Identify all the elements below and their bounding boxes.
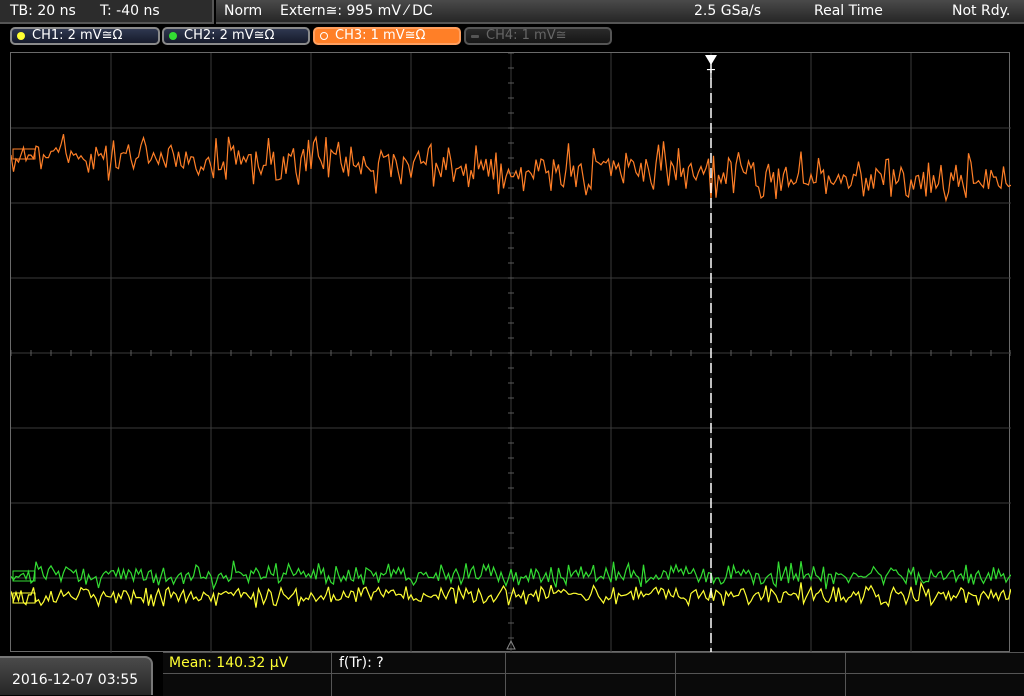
- channel-tab-ch3[interactable]: CH3: 1 mV≅Ω: [313, 27, 461, 45]
- measurement-col-divider: [331, 653, 332, 696]
- trigger-source-label[interactable]: Extern≅: 995 mV ⁄ DC: [280, 3, 433, 19]
- measurement-divider: [163, 673, 1024, 674]
- ch2-dot-icon: [169, 32, 177, 40]
- sample-rate-label: 2.5 GSa/s: [694, 3, 762, 19]
- acquisition-mode-label[interactable]: Real Time: [814, 3, 883, 19]
- waveform-svg[interactable]: T: [11, 53, 1011, 653]
- channel-tab-ch4[interactable]: CH4: 1 mV≅: [464, 27, 612, 45]
- ch3-label: CH3: 1 mV≅Ω: [335, 28, 426, 43]
- measurement-col-divider: [845, 653, 846, 696]
- channel-tab-ch1[interactable]: CH1: 2 mV≅Ω: [10, 27, 160, 45]
- trigger-marker-label: T: [706, 68, 715, 83]
- trigger-panel[interactable]: Norm Extern≅: 995 mV ⁄ DC 2.5 GSa/s Real…: [216, 0, 1024, 24]
- trigger-mode-label[interactable]: Norm: [224, 3, 262, 19]
- bottom-bar: 2016-12-07 03:55 Mean: 140.32 µV f(Tr): …: [0, 652, 1024, 696]
- graticule: [11, 53, 1011, 653]
- status-bar: TB: 20 ns T: -40 ns Norm Extern≅: 995 mV…: [0, 0, 1024, 24]
- ch1-dot-icon: [17, 32, 25, 40]
- ch4-dot-icon: [471, 35, 479, 38]
- datetime-display: 2016-12-07 03:55: [0, 656, 153, 695]
- waveform-display[interactable]: T: [10, 52, 1011, 653]
- timebase-label[interactable]: TB: 20 ns: [10, 3, 76, 19]
- channel-tabs: CH1: 2 mV≅Ω CH2: 2 mV≅Ω CH3: 1 mV≅Ω CH4:…: [0, 25, 1024, 49]
- datetime-label: 2016-12-07 03:55: [12, 672, 139, 688]
- measurement-col-divider: [505, 653, 506, 696]
- mean-measurement[interactable]: Mean: 140.32 µV: [169, 655, 288, 671]
- trigger-arrow-icon[interactable]: [705, 55, 717, 65]
- ch3-dot-icon: [320, 32, 328, 40]
- ch2-label: CH2: 2 mV≅Ω: [184, 28, 275, 43]
- timebase-panel[interactable]: TB: 20 ns T: -40 ns: [0, 0, 214, 24]
- acquisition-state-label: Not Rdy.: [952, 3, 1011, 19]
- channel-tab-ch2[interactable]: CH2: 2 mV≅Ω: [162, 27, 310, 45]
- ch4-label: CH4: 1 mV≅: [486, 28, 567, 43]
- measurement-panel[interactable]: Mean: 140.32 µV f(Tr): ?: [163, 652, 1024, 696]
- trigger-time-label[interactable]: T: -40 ns: [100, 3, 160, 19]
- ch1-label: CH1: 2 mV≅Ω: [32, 28, 123, 43]
- measurement-col-divider: [675, 653, 676, 696]
- frequency-measurement[interactable]: f(Tr): ?: [339, 655, 384, 671]
